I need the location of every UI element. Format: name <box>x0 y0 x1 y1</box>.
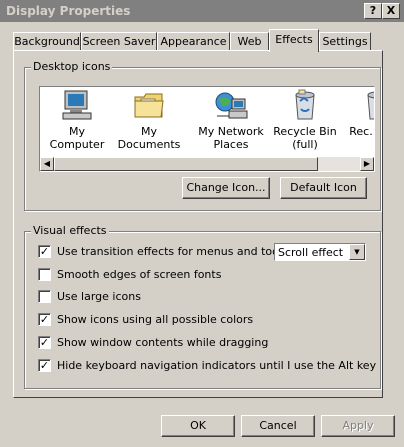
option-label: Use transition effects for menus and too… <box>57 245 303 258</box>
scroll-right-button[interactable]: ▶ <box>360 157 374 171</box>
icon-item-recycle-bin-empty[interactable]: Rec... (e... <box>340 89 374 138</box>
close-button[interactable]: X <box>382 3 400 19</box>
desktop-icons-list[interactable]: My Computer My Documents My Network Plac… <box>39 86 375 172</box>
scroll-left-button[interactable]: ◀ <box>40 157 54 171</box>
visual-effects-label: Visual effects <box>31 224 109 237</box>
option-all-colors[interactable]: ✓ Show icons using all possible colors <box>38 312 254 329</box>
title-bar: Display Properties ? X <box>0 0 404 22</box>
icon-item-recycle-bin-full[interactable]: Recycle Bin (full) <box>268 89 342 151</box>
option-hide-keyboard-indicators[interactable]: ✓ Hide keyboard navigation indicators unt… <box>38 358 377 375</box>
option-label: Show icons using all possible colors <box>57 313 254 326</box>
tab-label: Appearance <box>160 35 227 48</box>
icon-label: My Documents <box>117 125 181 151</box>
option-large-icons[interactable]: Use large icons <box>38 289 141 306</box>
ok-button[interactable]: OK <box>161 415 235 437</box>
scroll-thumb[interactable] <box>54 157 318 171</box>
recycle-bin-full-icon <box>295 89 315 120</box>
option-label: Show window contents while dragging <box>57 336 269 349</box>
arrow-left-icon: ◀ <box>43 159 51 168</box>
option-smooth-edges[interactable]: Smooth edges of screen fonts <box>38 267 222 284</box>
my-computer-icon <box>62 90 92 120</box>
apply-button[interactable]: Apply <box>321 415 395 437</box>
change-icon-button[interactable]: Change Icon... <box>182 177 270 199</box>
tab-label: Effects <box>275 33 313 46</box>
tab-settings[interactable]: Settings <box>319 32 371 51</box>
help-icon: ? <box>369 4 377 17</box>
tab-screen-saver[interactable]: Screen Saver <box>81 32 157 51</box>
desktop-icons-label: Desktop icons <box>31 60 113 73</box>
option-label: Hide keyboard navigation indicators unti… <box>57 359 377 372</box>
default-icon-button[interactable]: Default Icon <box>280 177 367 199</box>
window-title: Display Properties <box>6 4 131 18</box>
chevron-down-icon[interactable]: ▼ <box>349 244 365 260</box>
icon-label: Rec... (e... <box>349 125 374 138</box>
desktop-icons-group: Desktop icons My Computer My Documents M… <box>24 60 381 211</box>
recycle-bin-empty-icon <box>367 91 374 120</box>
tab-appearance[interactable]: Appearance <box>157 32 230 51</box>
transition-effect-select[interactable]: Scroll effect ▼ <box>274 243 366 261</box>
select-value: Scroll effect <box>278 246 344 259</box>
icon-item-my-network-places[interactable]: My Network Places <box>194 89 268 151</box>
icon-item-my-documents[interactable]: My Documents <box>112 89 186 151</box>
checkbox-hide-keyboard-indicators[interactable]: ✓ <box>38 358 51 372</box>
cancel-button[interactable]: Cancel <box>241 415 315 437</box>
tab-effects[interactable]: Effects <box>269 29 319 52</box>
checkbox-smooth-edges[interactable] <box>38 267 51 281</box>
checkbox-window-contents[interactable]: ✓ <box>38 335 51 349</box>
icon-label: Recycle Bin (full) <box>273 125 337 151</box>
checkbox-all-colors[interactable]: ✓ <box>38 312 51 326</box>
my-network-places-icon <box>215 92 248 119</box>
icon-item-my-computer[interactable]: My Computer <box>40 89 114 151</box>
default-icon-label: Default Icon <box>290 181 357 194</box>
effects-panel: Desktop icons My Computer My Documents M… <box>13 50 383 398</box>
my-documents-icon <box>134 93 164 118</box>
checkbox-large-icons[interactable] <box>38 289 51 303</box>
option-label: Use large icons <box>57 290 141 303</box>
cancel-label: Cancel <box>259 419 297 432</box>
icon-label: My Network Places <box>198 125 264 151</box>
tab-background[interactable]: Background <box>13 32 81 51</box>
checkbox-transition-effects[interactable]: ✓ <box>38 244 51 258</box>
horizontal-scrollbar[interactable]: ◀ ▶ <box>40 157 374 171</box>
apply-label: Apply <box>342 419 374 432</box>
icon-label: My Computer <box>49 125 105 151</box>
tab-web[interactable]: Web <box>230 32 269 51</box>
change-icon-label: Change Icon... <box>186 181 266 194</box>
close-icon: X <box>386 4 396 17</box>
option-transition-effects[interactable]: ✓ Use transition effects for menus and to… <box>38 244 303 261</box>
help-button[interactable]: ? <box>364 3 382 19</box>
ok-label: OK <box>190 419 206 432</box>
arrow-right-icon: ▶ <box>363 159 371 168</box>
option-window-contents[interactable]: ✓ Show window contents while dragging <box>38 335 269 352</box>
tab-label: Screen Saver <box>82 35 156 48</box>
visual-effects-group: Visual effects ✓ Use transition effects f… <box>24 224 381 389</box>
tab-label: Settings <box>322 35 368 48</box>
option-label: Smooth edges of screen fonts <box>57 268 222 281</box>
tab-label: Background <box>14 35 80 48</box>
tab-label: Web <box>237 35 262 48</box>
